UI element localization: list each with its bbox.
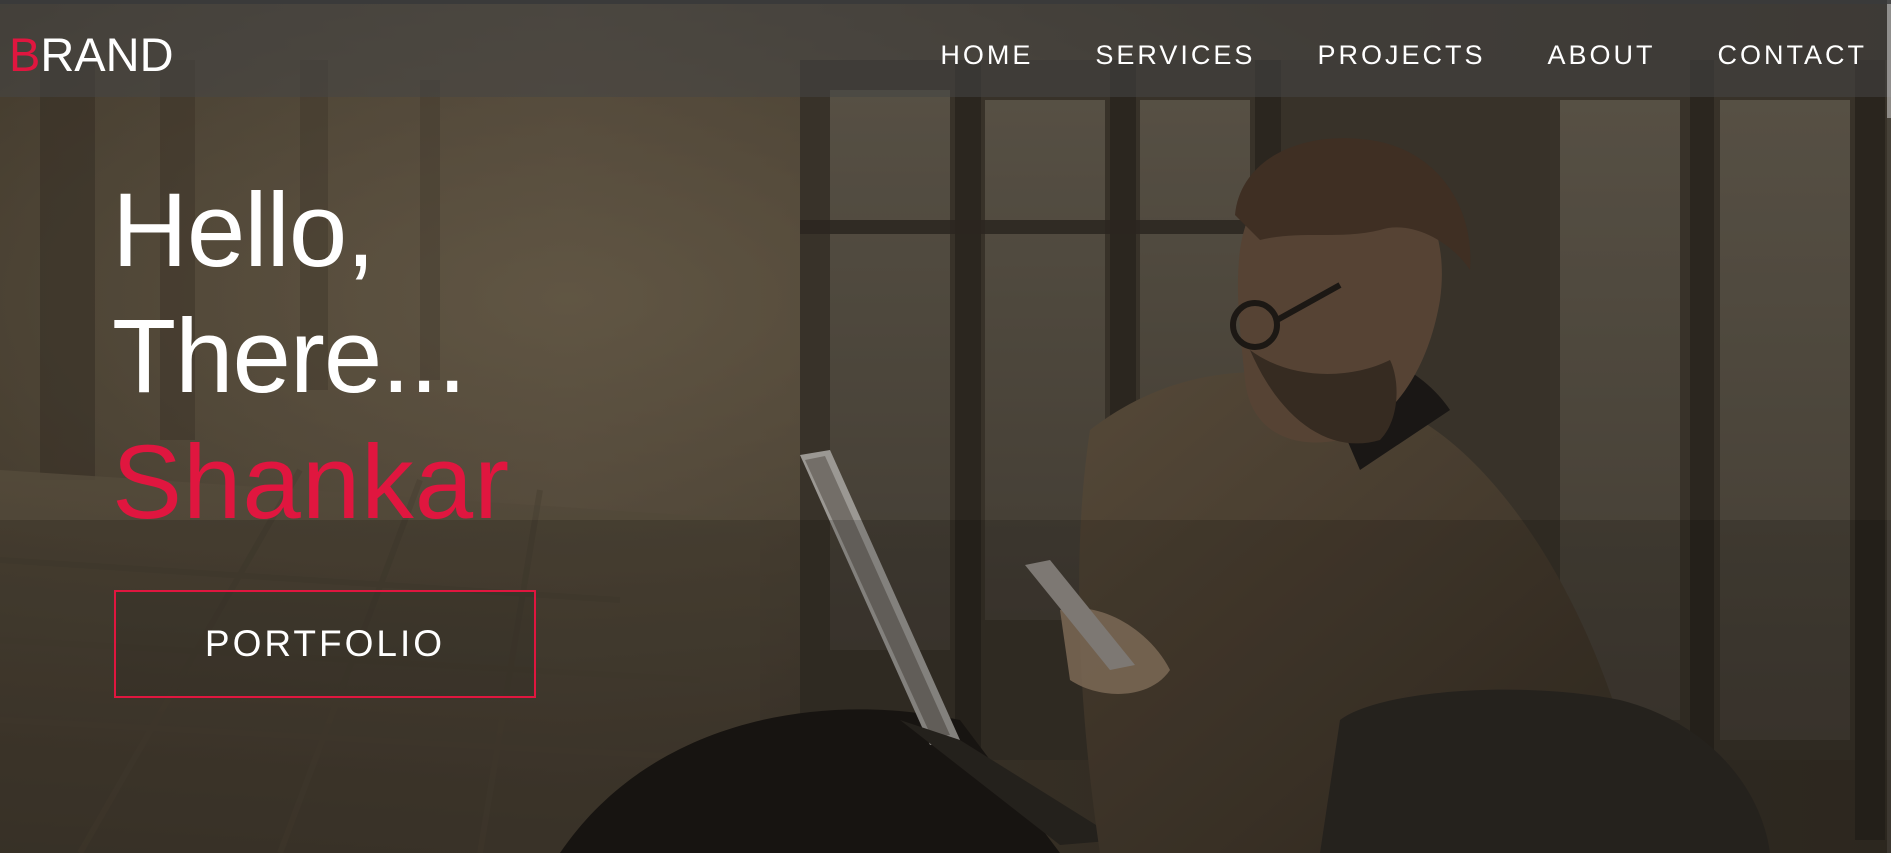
main-nav: HOME SERVICES PROJECTS ABOUT CONTACT [878, 38, 1867, 72]
brand-first-letter: B [9, 28, 41, 81]
hero-line-there: There... [112, 298, 467, 415]
brand-rest: RAND [40, 28, 174, 81]
hero-name: Shankar [112, 424, 511, 541]
hero-line-hello: Hello, [112, 172, 375, 289]
brand-logo[interactable]: BRAND [9, 28, 174, 82]
nav-about-link[interactable]: ABOUT [1547, 38, 1655, 72]
portfolio-button[interactable]: PORTFOLIO [114, 590, 536, 698]
nav-contact-link[interactable]: CONTACT [1718, 38, 1868, 72]
landing-page: BRAND HOME SERVICES PROJECTS ABOUT CONTA… [0, 0, 1891, 853]
nav-home-link[interactable]: HOME [940, 38, 1033, 72]
hero-heading: Hello, There... Shankar [112, 168, 510, 546]
scrollbar-track[interactable] [1887, 0, 1891, 853]
navbar: BRAND HOME SERVICES PROJECTS ABOUT CONTA… [0, 4, 1891, 97]
nav-projects-link[interactable]: PROJECTS [1317, 38, 1485, 72]
scrollbar-thumb[interactable] [1887, 4, 1891, 118]
nav-services-link[interactable]: SERVICES [1095, 38, 1255, 72]
